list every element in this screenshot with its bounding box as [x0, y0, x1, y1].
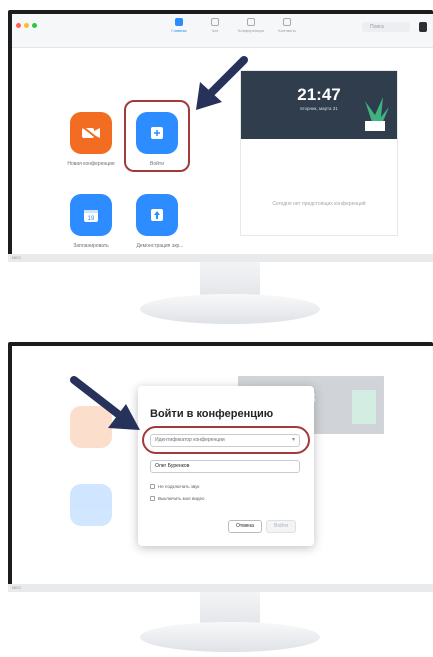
monitor-chin: NEC [8, 584, 433, 592]
tab-label: Главная [171, 28, 187, 33]
meeting-id-highlight-ring [142, 426, 310, 454]
plant-illustration-icon [365, 97, 389, 131]
schedule-label: Запланировать [73, 243, 109, 249]
tab-contacts[interactable]: Контакты [276, 18, 298, 33]
share-screen-button[interactable] [136, 194, 178, 236]
minimize-window-button[interactable] [24, 23, 29, 28]
video-off-option[interactable]: Выключить мое видео [150, 496, 205, 501]
share-up-arrow-icon [151, 209, 163, 221]
monitor-bezel: 48 Войти в конференцию Идентификатор кон… [8, 342, 433, 592]
join-dialog-screen: 48 Войти в конференцию Идентификатор кон… [12, 346, 433, 584]
screenshot-zoom-home: Главная Чат Конференции Контакты Поиск Н… [0, 0, 433, 330]
close-window-button[interactable] [16, 23, 21, 28]
calendar-icon: 19 [84, 210, 98, 222]
pointer-arrow-icon [70, 376, 140, 430]
no-meetings-text: Сегодня нет предстоящих конференций [272, 201, 366, 207]
no-audio-checkbox[interactable] [150, 484, 155, 489]
monitor-stand-neck [200, 592, 260, 626]
maximize-window-button[interactable] [32, 23, 37, 28]
monitor-stand-neck [200, 262, 260, 298]
zoom-home-screen: Главная Чат Конференции Контакты Поиск Н… [12, 14, 433, 254]
tab-chat[interactable]: Чат [204, 18, 226, 33]
join-meeting-dialog: Войти в конференцию Идентификатор конфер… [138, 386, 314, 546]
share-screen-label: Демонстрация экр... [136, 243, 184, 249]
clock-icon [247, 18, 255, 26]
main-nav: Главная Чат Конференции Контакты [168, 18, 298, 33]
chat-icon [211, 18, 219, 26]
screenshot-join-dialog: 48 Войти в конференцию Идентификатор кон… [0, 340, 433, 657]
svg-text:19: 19 [88, 216, 95, 222]
contacts-icon [283, 18, 291, 26]
monitor-stand-base [140, 622, 320, 652]
monitor-bezel: Главная Чат Конференции Контакты Поиск Н… [8, 10, 433, 262]
upcoming-meetings-card: 21:47 вторник, марта 31 Сегодня нет пред… [240, 70, 398, 236]
monitor-brand: NEC [12, 255, 22, 260]
monitor-stand-base [140, 294, 320, 324]
plant-illustration-icon [352, 390, 376, 424]
tab-home[interactable]: Главная [168, 18, 190, 33]
name-field[interactable]: Олег Буренков [150, 460, 300, 473]
monitor-chin: NEC [8, 254, 433, 262]
clock-header: 21:47 вторник, марта 31 [241, 71, 397, 139]
join-highlight-ring [124, 100, 190, 172]
new-meeting-label: Новая конференция [67, 161, 115, 167]
cancel-button[interactable]: Отмена [228, 520, 262, 533]
home-icon [175, 18, 183, 26]
search-input[interactable]: Поиск [362, 22, 410, 32]
tab-label: Чат [211, 28, 219, 33]
camera-off-icon [82, 126, 100, 140]
schedule-button[interactable]: 19 [70, 194, 112, 236]
video-off-checkbox[interactable] [150, 496, 155, 501]
join-button[interactable]: Войти [266, 520, 296, 533]
app-toolbar: Главная Чат Конференции Контакты Поиск [12, 14, 433, 48]
tab-meetings[interactable]: Конференции [238, 18, 264, 33]
avatar[interactable] [419, 22, 427, 32]
video-off-label: Выключить мое видео [158, 496, 205, 501]
dialog-title: Войти в конференцию [150, 408, 274, 420]
tab-label: Контакты [278, 28, 296, 33]
schedule-button [70, 484, 112, 526]
tab-label: Конференции [238, 28, 264, 33]
new-meeting-button[interactable] [70, 112, 112, 154]
no-audio-option[interactable]: Не подключать звук [150, 484, 199, 489]
no-audio-label: Не подключать звук [158, 484, 200, 489]
window-controls [16, 23, 37, 28]
monitor-brand: NEC [12, 585, 22, 590]
